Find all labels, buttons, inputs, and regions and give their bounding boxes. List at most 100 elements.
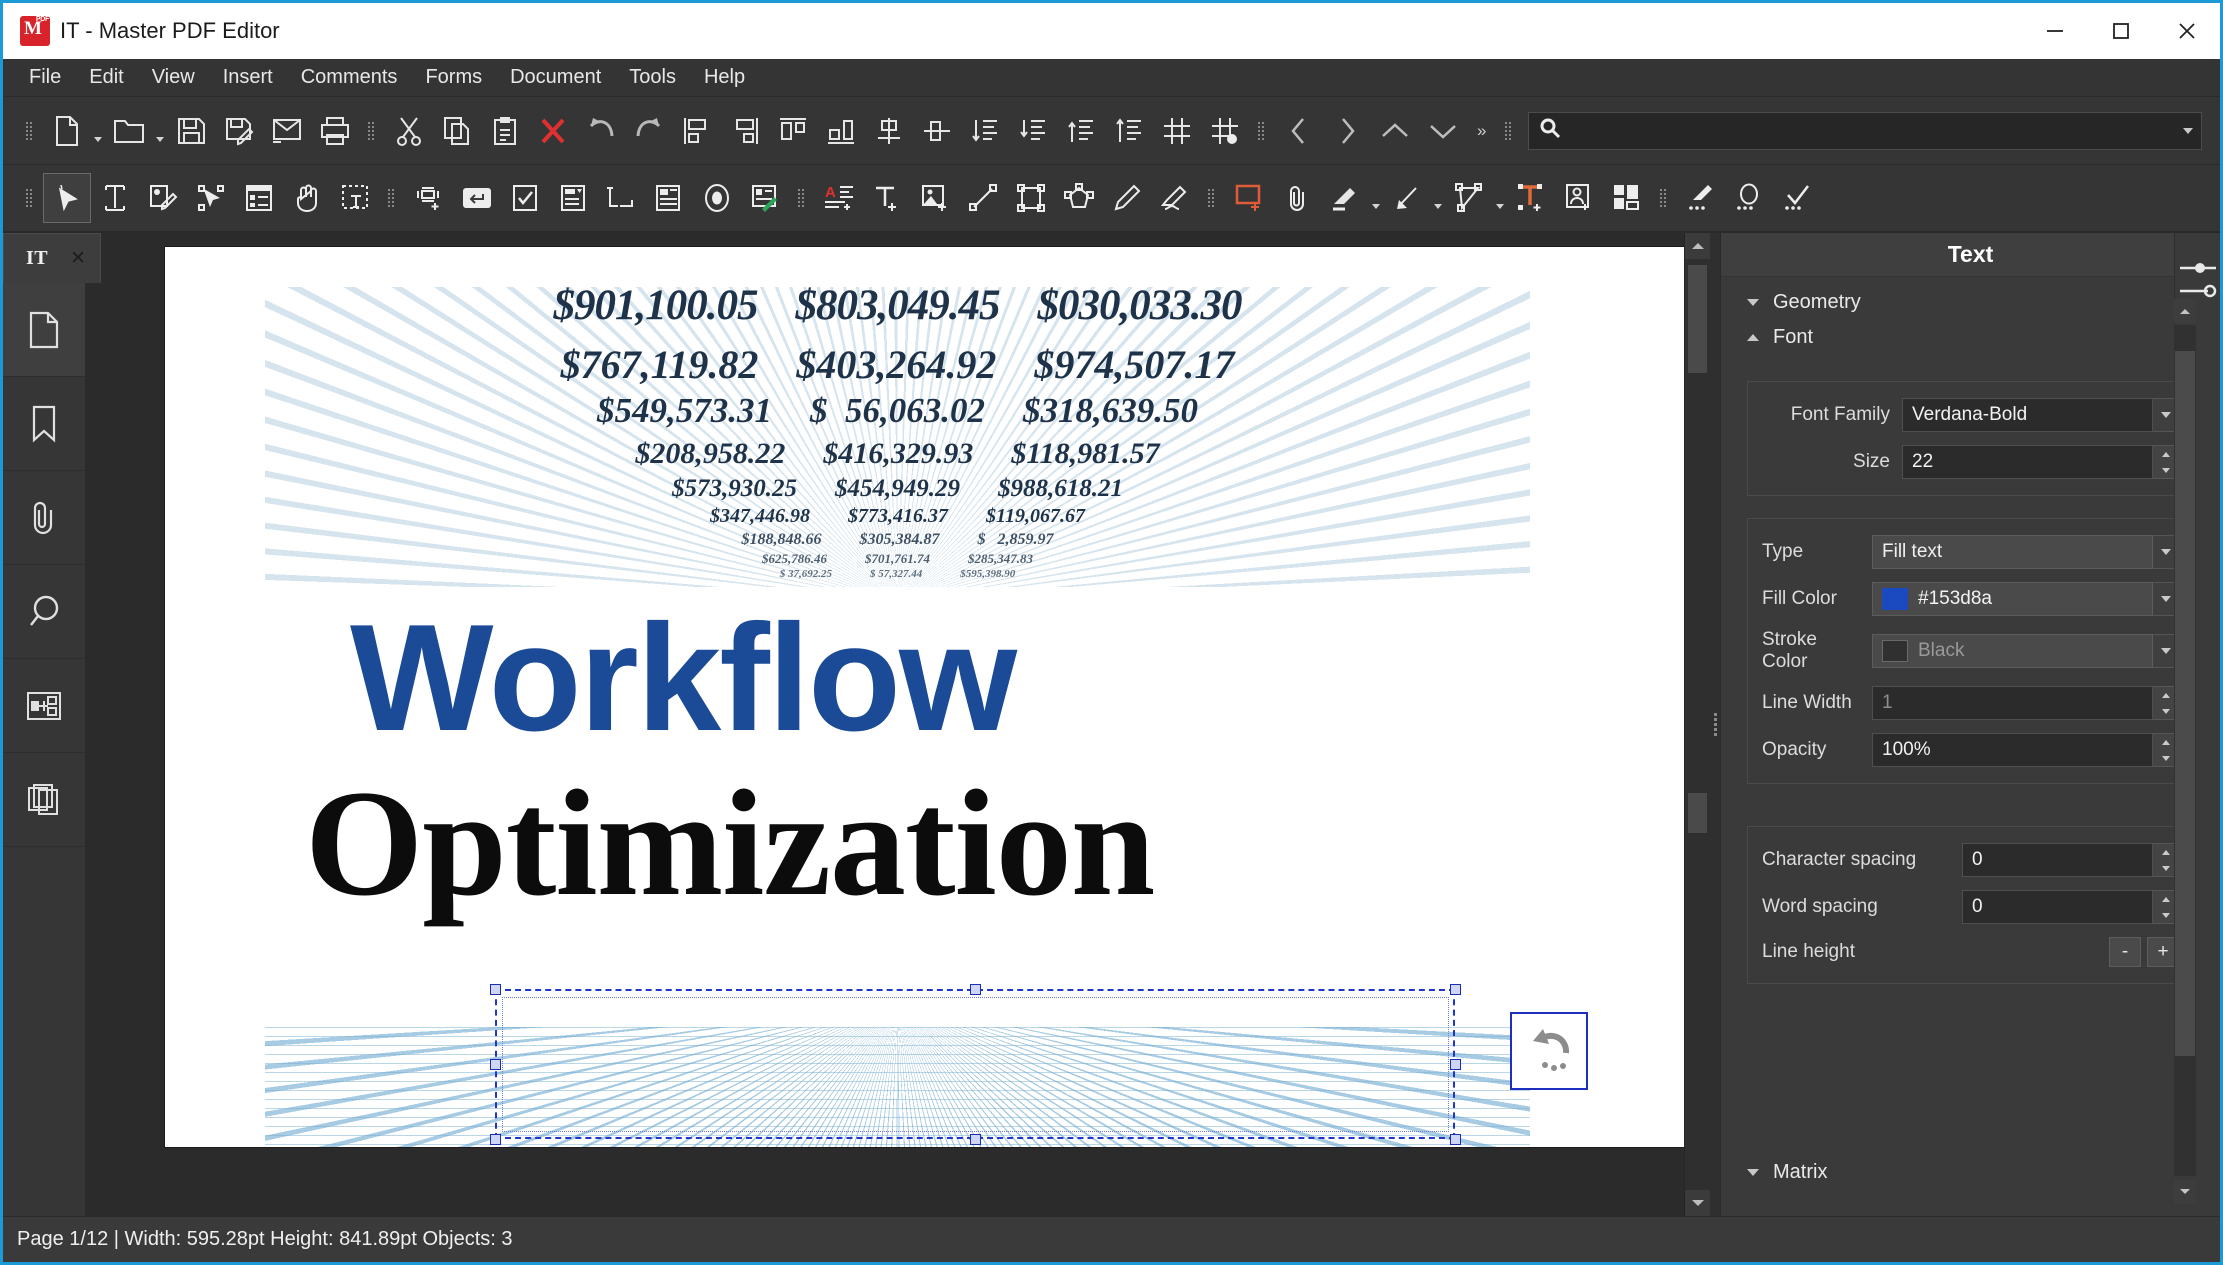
sidebar-item-attachments[interactable] [3, 471, 85, 565]
sidebar-item-page-thumbnails[interactable] [3, 753, 85, 847]
menu-forms[interactable]: Forms [411, 62, 496, 93]
align-center-vertical-icon[interactable] [865, 106, 913, 156]
menu-document[interactable]: Document [496, 62, 615, 93]
scrollbar-thumb[interactable] [1688, 265, 1707, 373]
selection-handle-mr[interactable] [1450, 1059, 1461, 1070]
selection-handle-bl[interactable] [490, 1134, 501, 1145]
draw-arrow-caret[interactable] [1431, 173, 1445, 223]
line-width-input[interactable]: 1 [1872, 686, 2153, 720]
opacity-input[interactable]: 100% [1872, 733, 2153, 767]
document-tab-close-icon[interactable]: ✕ [70, 249, 86, 268]
minimize-button[interactable] [2022, 3, 2088, 59]
radio-button-field-icon[interactable] [693, 173, 741, 223]
note-annotation-icon[interactable] [1225, 173, 1273, 223]
distribute-up-icon[interactable] [1057, 106, 1105, 156]
print-icon[interactable] [311, 106, 359, 156]
delete-icon[interactable] [529, 106, 577, 156]
selection-handle-tl[interactable] [490, 984, 501, 995]
selection-handle-ml[interactable] [490, 1059, 501, 1070]
panel-scrollbar-thumb[interactable] [2175, 351, 2195, 1056]
open-document-caret[interactable] [153, 106, 167, 156]
stroke-color-select[interactable]: Black [1872, 634, 2153, 668]
new-document-icon[interactable] [43, 106, 91, 156]
align-top-icon[interactable] [769, 106, 817, 156]
undo-icon[interactable] [577, 106, 625, 156]
pencil-icon[interactable] [1103, 173, 1151, 223]
type-select[interactable]: Fill text [1872, 535, 2153, 569]
scroll-up-icon[interactable] [1371, 106, 1419, 156]
scrollbar-down-button[interactable] [1685, 1190, 1710, 1216]
highlight-caret[interactable] [1369, 173, 1383, 223]
panel-vertical-scrollbar[interactable] [2174, 325, 2196, 1176]
email-icon[interactable] [263, 106, 311, 156]
panel-scroll-down-button[interactable] [2174, 1180, 2196, 1204]
menu-insert[interactable]: Insert [209, 62, 287, 93]
word-spacing-input[interactable]: 0 [1962, 890, 2153, 924]
edit-toolbar-grip-4[interactable] [1207, 181, 1217, 215]
sidebar-item-pages[interactable] [3, 283, 85, 377]
select-tool-icon[interactable] [43, 173, 91, 223]
magnifier-icon[interactable] [1725, 173, 1773, 223]
sidebar-item-layers[interactable] [3, 659, 85, 753]
edit-toolbar-grip-5[interactable] [1659, 181, 1669, 215]
combobox-field-icon[interactable] [549, 173, 597, 223]
checkbox-field-icon[interactable] [501, 173, 549, 223]
open-document-icon[interactable] [105, 106, 153, 156]
attach-file-icon[interactable] [1273, 173, 1321, 223]
previous-page-icon[interactable] [1275, 106, 1323, 156]
align-left-icon[interactable] [673, 106, 721, 156]
line-height-decrease-button[interactable]: - [2109, 937, 2141, 967]
menu-edit[interactable]: Edit [75, 62, 137, 93]
save-icon[interactable] [167, 106, 215, 156]
scrollbar-up-button[interactable] [1685, 233, 1710, 259]
toolbar-grip-3[interactable] [1257, 114, 1267, 148]
toolbar-grip[interactable] [25, 114, 35, 148]
font-size-input[interactable]: 22 [1902, 445, 2153, 479]
menu-comments[interactable]: Comments [287, 62, 412, 93]
panel-splitter[interactable] [1710, 233, 1720, 1216]
align-center-horizontal-icon[interactable] [913, 106, 961, 156]
add-line-icon[interactable] [959, 173, 1007, 223]
add-text-icon[interactable] [863, 173, 911, 223]
text-field-icon[interactable] [405, 173, 453, 223]
headline-optimization[interactable]: Optimization [305, 767, 1155, 919]
toolbar-grip-4[interactable] [1504, 114, 1514, 148]
character-spacing-input[interactable]: 0 [1962, 843, 2153, 877]
toolbar-overflow-button[interactable]: » [1467, 121, 1496, 141]
close-button[interactable] [2154, 3, 2220, 59]
select-text-tool-icon[interactable] [331, 173, 379, 223]
snap-to-grid-icon[interactable] [1201, 106, 1249, 156]
section-geometry[interactable]: Geometry [1721, 285, 2220, 320]
redo-icon[interactable] [625, 106, 673, 156]
menu-file[interactable]: File [15, 62, 75, 93]
text-box-icon[interactable] [1507, 173, 1555, 223]
section-matrix[interactable]: Matrix [1721, 1155, 1827, 1190]
page-layout-icon[interactable] [1603, 173, 1651, 223]
cut-icon[interactable] [385, 106, 433, 156]
selection-handle-tc[interactable] [970, 984, 981, 995]
headline-workflow[interactable]: Workflow [350, 602, 1017, 754]
save-as-icon[interactable] [215, 106, 263, 156]
panel-scroll-up-button[interactable] [2174, 299, 2196, 323]
toolbar-grip-2[interactable] [367, 114, 377, 148]
rotate-handle-button[interactable] [1510, 1012, 1588, 1090]
distribute-up-alt-icon[interactable] [1105, 106, 1153, 156]
hand-tool-icon[interactable] [283, 173, 331, 223]
signature-field-icon[interactable] [741, 173, 789, 223]
pdf-page[interactable]: $901,100.05 $803,049.45 $030,033.30 $767… [165, 247, 1684, 1147]
listbox-field-icon[interactable] [597, 173, 645, 223]
stamp-icon[interactable] [1555, 173, 1603, 223]
next-page-icon[interactable] [1323, 106, 1371, 156]
eraser-icon[interactable] [1151, 173, 1199, 223]
edit-object-tool-icon[interactable] [187, 173, 235, 223]
search-input[interactable] [1528, 111, 2202, 150]
menu-tools[interactable]: Tools [615, 62, 690, 93]
forms-tool-icon[interactable] [235, 173, 283, 223]
sidebar-item-search[interactable] [3, 565, 85, 659]
new-document-caret[interactable] [91, 106, 105, 156]
draw-arrow-icon[interactable] [1383, 173, 1431, 223]
selection-handle-br[interactable] [1450, 1134, 1461, 1145]
align-right-icon[interactable] [721, 106, 769, 156]
sidebar-item-bookmarks[interactable] [3, 377, 85, 471]
edit-toolbar-grip-3[interactable] [797, 181, 807, 215]
